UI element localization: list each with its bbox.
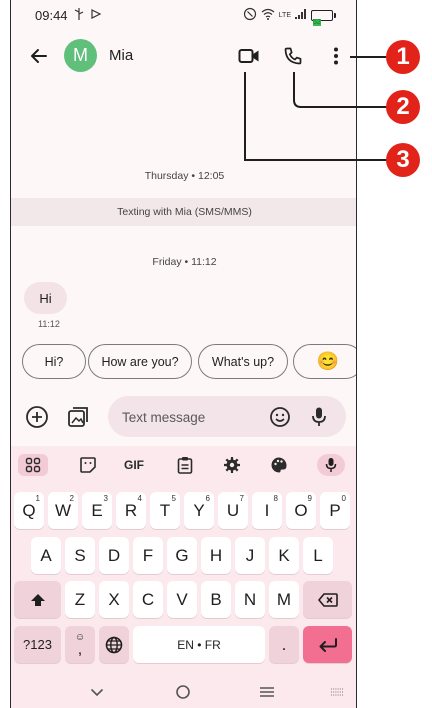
callout-marker-2: 2 [386,90,420,124]
callout-lines [244,56,388,161]
callout-marker-1: 1 [386,40,420,74]
callout-marker-3: 3 [386,143,420,177]
